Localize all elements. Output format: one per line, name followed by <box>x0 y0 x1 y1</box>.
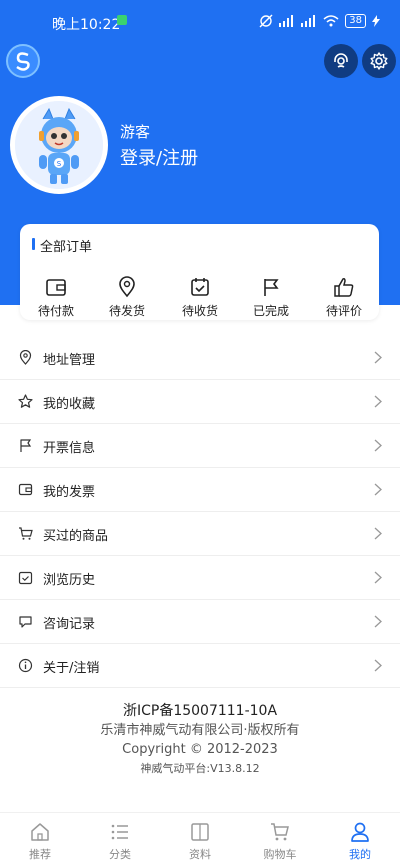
orders-card: 全部订单 待付款 待发货 待收货 已完成 待评价 <box>20 224 379 320</box>
footer: 浙ICP备15007111-10A 乐清市神威气动有限公司·版权所有 Copyr… <box>0 702 400 778</box>
list-icon <box>111 824 128 840</box>
status-bar: 晚上10:22 38 <box>0 0 400 44</box>
tab-recommend[interactable]: 推荐 <box>10 821 70 862</box>
status-indicators: 38 <box>259 14 380 28</box>
tab-label: 分类 <box>109 848 131 861</box>
tab-label: 购物车 <box>263 848 297 861</box>
tab-label: 资料 <box>189 848 211 861</box>
order-pending-receipt[interactable]: 待收货 <box>170 276 230 319</box>
battery-icon: 38 <box>345 14 366 28</box>
menu-item-label: 买过的商品 <box>43 529 109 544</box>
gear-icon <box>370 52 388 70</box>
chevron-right-icon <box>374 571 382 584</box>
tab-mine[interactable]: 我的 <box>330 821 390 862</box>
order-pending-payment[interactable]: 待付款 <box>26 276 86 319</box>
chevron-right-icon <box>374 351 382 364</box>
order-label: 待收货 <box>181 304 218 318</box>
signal-icon <box>279 15 294 27</box>
wallet-icon <box>18 483 33 496</box>
login-register-link[interactable]: 登录/注册 <box>120 144 198 170</box>
tab-cart[interactable]: 购物车 <box>250 821 310 862</box>
cart-icon <box>19 527 33 540</box>
menu-item-address[interactable]: 地址管理 <box>0 336 400 380</box>
book-icon <box>191 823 209 841</box>
headset-icon <box>334 53 348 68</box>
wallet-icon <box>46 279 66 296</box>
order-pending-review[interactable]: 待评价 <box>314 276 374 319</box>
settings-button[interactable] <box>362 44 396 78</box>
all-orders-link[interactable]: 全部订单 <box>40 236 92 255</box>
menu-item-purchased[interactable]: 买过的商品 <box>0 512 400 556</box>
menu-item-label: 关于/注销 <box>43 661 100 676</box>
copyright-years: Copyright © 2012-2023 <box>122 742 278 757</box>
location-pin-icon <box>119 276 135 298</box>
calendar-check-icon <box>18 571 33 585</box>
title-accent-bar <box>32 238 35 250</box>
thumbs-up-icon <box>334 278 354 297</box>
flag-icon <box>264 279 279 296</box>
info-icon <box>18 658 33 673</box>
chevron-right-icon <box>374 483 382 496</box>
customer-service-button[interactable] <box>324 44 358 78</box>
tab-materials[interactable]: 资料 <box>170 821 230 862</box>
order-label: 已完成 <box>252 304 289 318</box>
menu-list: 地址管理 我的收藏 开票信息 我的发票 买过的商品 浏览历史 咨询记录 关于/注… <box>0 336 400 688</box>
menu-item-about-logout[interactable]: 关于/注销 <box>0 644 400 688</box>
home-icon <box>31 823 49 841</box>
menu-item-label: 地址管理 <box>43 353 96 368</box>
chevron-right-icon <box>374 615 382 628</box>
icp-license[interactable]: 浙ICP备15007111-10A <box>0 702 400 721</box>
menu-item-favorites[interactable]: 我的收藏 <box>0 380 400 424</box>
menu-item-invoice-info[interactable]: 开票信息 <box>0 424 400 468</box>
menu-item-label: 浏览历史 <box>43 573 96 588</box>
avatar[interactable]: S <box>10 96 108 194</box>
bottom-tab-bar: 推荐 分类 资料 购物车 我的 <box>0 812 400 867</box>
platform-version: 神威气动平台:V13.8.12 <box>140 762 260 775</box>
tab-label: 推荐 <box>29 848 51 861</box>
chevron-right-icon <box>374 659 382 672</box>
charging-icon <box>372 15 380 27</box>
signal-icon <box>301 15 316 27</box>
menu-item-browsing-history[interactable]: 浏览历史 <box>0 556 400 600</box>
chevron-right-icon <box>374 527 382 540</box>
user-icon <box>351 822 369 842</box>
cart-icon <box>271 823 289 841</box>
menu-item-label: 我的收藏 <box>43 397 96 412</box>
status-time: 晚上10:22 <box>52 17 121 33</box>
chevron-right-icon <box>374 395 382 408</box>
company-copyright: 乐清市神威气动有限公司·版权所有 <box>100 723 300 738</box>
order-pending-shipment[interactable]: 待发货 <box>97 276 157 319</box>
wifi-icon <box>323 15 339 27</box>
chat-icon <box>19 616 32 628</box>
tab-category[interactable]: 分类 <box>90 821 150 862</box>
menu-item-label: 开票信息 <box>43 441 96 456</box>
menu-item-label: 我的发票 <box>43 485 96 500</box>
chevron-right-icon <box>374 439 382 452</box>
order-completed[interactable]: 已完成 <box>241 276 301 319</box>
menu-item-consultations[interactable]: 咨询记录 <box>0 600 400 644</box>
tab-label: 我的 <box>349 848 371 861</box>
user-role-label: 游客 <box>120 123 151 141</box>
notification-badge-icon <box>117 15 127 25</box>
svg-text:S: S <box>57 160 62 168</box>
app-logo[interactable] <box>6 44 40 78</box>
menu-item-label: 咨询记录 <box>43 617 96 632</box>
order-label: 待发货 <box>108 304 145 318</box>
star-icon <box>18 394 33 408</box>
order-label: 待付款 <box>37 304 74 318</box>
mascot-robot-icon: S <box>15 101 103 189</box>
order-label: 待评价 <box>325 304 362 318</box>
menu-item-my-invoices[interactable]: 我的发票 <box>0 468 400 512</box>
flag-icon <box>20 439 32 452</box>
alarm-off-icon <box>259 14 273 28</box>
location-pin-icon <box>19 350 32 365</box>
calendar-check-icon <box>191 278 209 296</box>
